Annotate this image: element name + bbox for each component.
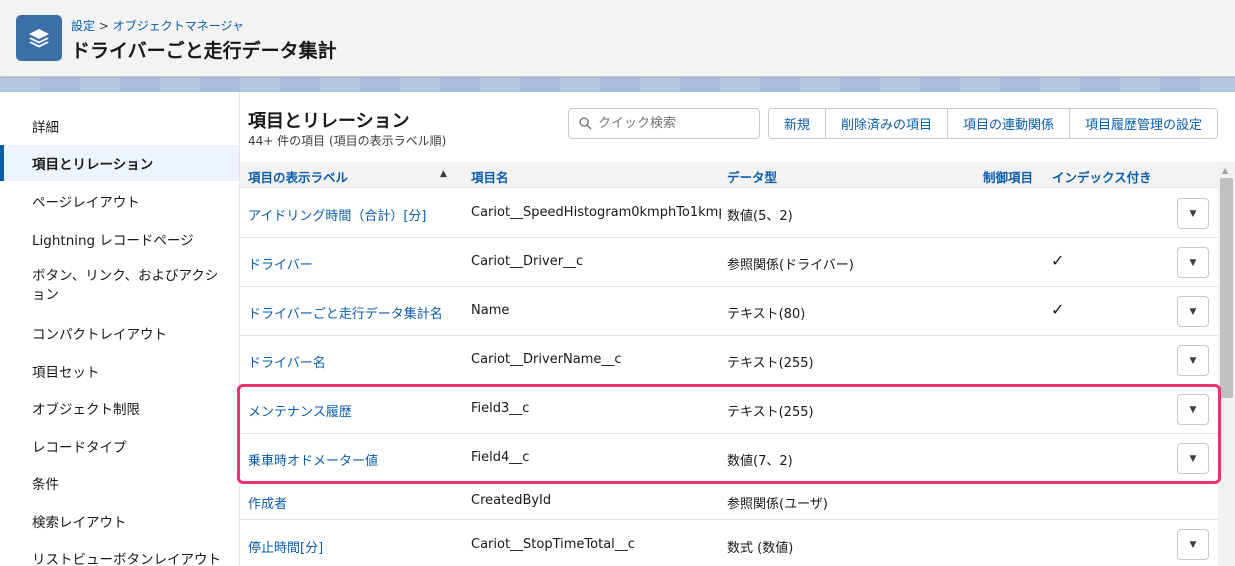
- main-content: 項目とリレーション 44+ 件の項目 (項目の表示ラベル順) 新規 削除済みの項…: [240, 92, 1235, 566]
- set-history-tracking-button[interactable]: 項目履歴管理の設定: [1070, 109, 1218, 138]
- field-api-name: CreatedById: [471, 493, 552, 508]
- table-row: ドライバー名 Cariot__DriverName__c テキスト(255) ▼: [240, 336, 1218, 385]
- row-actions-dropdown[interactable]: ▼: [1177, 345, 1209, 376]
- field-api-name: Cariot__Driver__c: [471, 254, 584, 269]
- sidebar-item-buttons-links-actions[interactable]: ボタン、リンク、およびアクション: [0, 264, 220, 308]
- chevron-down-icon: ▼: [1189, 453, 1197, 464]
- column-header-controlling[interactable]: 制御項目: [983, 167, 1033, 186]
- sidebar-item-object-limits[interactable]: オブジェクト制限: [0, 389, 239, 426]
- field-label-link[interactable]: 作成者: [248, 493, 287, 512]
- chevron-down-icon: ▼: [1189, 306, 1197, 317]
- section-subtitle: 44+ 件の項目 (項目の表示ラベル順): [248, 134, 447, 148]
- sidebar-item-details[interactable]: 詳細: [0, 107, 239, 144]
- sidebar-item-search-layouts[interactable]: 検索レイアウト: [0, 502, 239, 539]
- column-header-indexed[interactable]: インデックス付き: [1052, 167, 1152, 186]
- field-api-name: Cariot__StopTimeTotal__c: [471, 537, 635, 552]
- table-row: メンテナンス履歴 Field3__c テキスト(255) ▼: [240, 385, 1218, 434]
- row-actions-dropdown[interactable]: ▼: [1177, 247, 1209, 278]
- sidebar-item-list-view-button-layout[interactable]: リストビューボタンレイアウト: [0, 539, 239, 566]
- chevron-down-icon: ▼: [1189, 404, 1197, 415]
- new-button[interactable]: 新規: [769, 109, 827, 138]
- breadcrumb-settings-link[interactable]: 設定: [71, 19, 95, 33]
- field-data-type: 数値(5、2): [727, 209, 793, 224]
- page-title: ドライバーごと走行データ集計: [71, 40, 337, 62]
- chevron-down-icon: ▼: [1189, 355, 1197, 366]
- field-api-name: Cariot__DriverName__c: [471, 352, 622, 367]
- row-actions-dropdown[interactable]: ▼: [1177, 394, 1209, 425]
- field-api-name: Cariot__SpeedHistogram0kmphTo1kmphMi: [471, 205, 721, 220]
- table-scrollbar[interactable]: ▲: [1218, 162, 1235, 566]
- page-header: 設定 > オブジェクトマネージャ ドライバーごと走行データ集計: [0, 0, 1235, 77]
- layers-icon: [16, 15, 62, 61]
- sidebar-item-field-sets[interactable]: 項目セット: [0, 352, 239, 389]
- table-row: 停止時間[分] Cariot__StopTimeTotal__c 数式 (数値)…: [240, 520, 1218, 566]
- row-actions-dropdown[interactable]: ▼: [1177, 198, 1209, 229]
- breadcrumb-separator: >: [98, 19, 109, 33]
- column-header-label[interactable]: 項目の表示ラベル: [248, 167, 348, 186]
- field-data-type: テキスト(80): [727, 307, 806, 322]
- field-label-link[interactable]: ドライバーごと走行データ集計名: [248, 303, 443, 322]
- chevron-down-icon: ▼: [1189, 208, 1197, 219]
- indexed-check-icon: ✓: [1051, 300, 1065, 319]
- field-api-name: Field4__c: [471, 450, 530, 465]
- sidebar-item-page-layouts[interactable]: ページレイアウト: [0, 182, 239, 219]
- sort-ascending-icon[interactable]: ▲: [440, 169, 447, 179]
- table-row: アイドリング時間（合計）[分] Cariot__SpeedHistogram0k…: [240, 189, 1218, 238]
- field-data-type: テキスト(255): [727, 356, 814, 371]
- chevron-down-icon: ▼: [1189, 539, 1197, 550]
- field-label-link[interactable]: ドライバー: [248, 254, 313, 273]
- sidebar-nav: 詳細 項目とリレーション ページレイアウト Lightning レコードページ …: [0, 92, 240, 566]
- search-icon: [579, 117, 592, 130]
- sidebar-item-lightning-record-pages[interactable]: Lightning レコードページ: [0, 220, 239, 257]
- scrollbar-thumb[interactable]: [1220, 178, 1233, 398]
- sidebar-item-record-types[interactable]: レコードタイプ: [0, 427, 239, 464]
- row-actions-dropdown[interactable]: ▼: [1177, 296, 1209, 327]
- field-api-name: Name: [471, 303, 510, 318]
- field-label-link[interactable]: ドライバー名: [248, 352, 326, 371]
- field-data-type: 数式 (数値): [727, 541, 794, 556]
- field-label-link[interactable]: メンテナンス履歴: [248, 401, 352, 420]
- action-button-group: 新規 削除済みの項目 項目の連動関係 項目履歴管理の設定: [768, 108, 1219, 139]
- deleted-fields-button[interactable]: 削除済みの項目: [826, 109, 949, 138]
- sidebar-item-compact-layouts[interactable]: コンパクトレイアウト: [0, 314, 239, 351]
- field-data-type: 参照関係(ユーザ): [727, 497, 828, 512]
- row-actions-dropdown[interactable]: ▼: [1177, 529, 1209, 560]
- quick-search[interactable]: [568, 108, 760, 139]
- field-label-link[interactable]: 乗車時オドメーター値: [248, 450, 378, 469]
- table-row: 乗車時オドメーター値 Field4__c 数値(7、2) ▼: [240, 434, 1218, 483]
- field-data-type: テキスト(255): [727, 405, 814, 420]
- column-header-data-type[interactable]: データ型: [727, 167, 777, 186]
- breadcrumb-object-manager-link[interactable]: オブジェクトマネージャ: [113, 19, 244, 33]
- chevron-down-icon: ▼: [1189, 257, 1197, 268]
- indexed-check-icon: ✓: [1051, 251, 1065, 270]
- field-label-link[interactable]: アイドリング時間（合計）[分]: [248, 205, 427, 224]
- field-api-name: Field3__c: [471, 401, 530, 416]
- section-title: 項目とリレーション: [248, 111, 410, 132]
- scroll-up-arrow-icon[interactable]: ▲: [1222, 166, 1228, 175]
- search-input[interactable]: [598, 116, 748, 131]
- table-row: ドライバーごと走行データ集計名 Name テキスト(80) ✓ ▼: [240, 287, 1218, 336]
- column-header-api-name[interactable]: 項目名: [471, 167, 509, 186]
- sidebar-item-conditions[interactable]: 条件: [0, 464, 239, 501]
- sidebar-item-fields-relationships[interactable]: 項目とリレーション: [0, 145, 239, 181]
- field-label-link[interactable]: 停止時間[分]: [248, 537, 323, 556]
- table-row: 作成者 CreatedById 参照関係(ユーザ): [240, 483, 1218, 520]
- field-data-type: 数値(7、2): [727, 454, 793, 469]
- field-data-type: 参照関係(ドライバー): [727, 258, 854, 273]
- row-actions-dropdown[interactable]: ▼: [1177, 443, 1209, 474]
- decorative-band: [0, 78, 1235, 92]
- breadcrumb: 設定 > オブジェクトマネージャ: [71, 17, 244, 34]
- field-dependencies-button[interactable]: 項目の連動関係: [948, 109, 1071, 138]
- table-row: ドライバー Cariot__Driver__c 参照関係(ドライバー) ✓ ▼: [240, 238, 1218, 287]
- table-header: 項目の表示ラベル ▲ 項目名 データ型 制御項目 インデックス付き: [240, 162, 1218, 188]
